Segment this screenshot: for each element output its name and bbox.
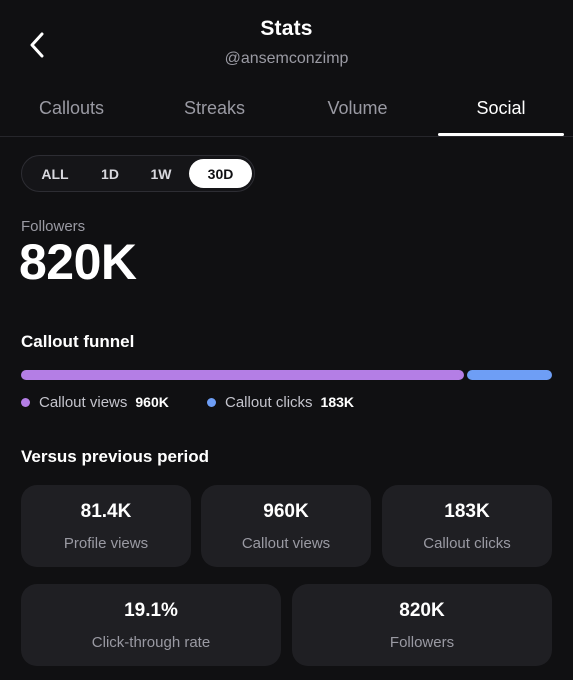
funnel-views-segment xyxy=(21,370,464,380)
tab-social[interactable]: Social xyxy=(429,80,573,137)
range-option-all[interactable]: ALL xyxy=(25,159,85,188)
stat-label: Profile views xyxy=(63,534,149,552)
stat-card-profile-views: 81.4K Profile views xyxy=(21,485,191,567)
tab-bar: Callouts Streaks Volume Social xyxy=(0,80,573,137)
page-title: Stats xyxy=(260,17,313,40)
tab-volume[interactable]: Volume xyxy=(286,80,429,137)
stat-card-followers: 820K Followers xyxy=(292,584,552,666)
comparison-title: Versus previous period xyxy=(21,447,210,466)
time-range-selector: ALL 1D 1W 30D xyxy=(21,155,255,192)
clicks-dot-icon xyxy=(207,397,216,407)
funnel-clicks-segment xyxy=(467,370,552,380)
stat-label: Click-through rate xyxy=(91,633,211,651)
range-option-1d[interactable]: 1D xyxy=(85,159,135,188)
funnel-bar xyxy=(21,370,552,380)
legend-views: Callout views 960K xyxy=(21,392,169,412)
stat-label: Callout views xyxy=(241,534,331,552)
stat-value: 960K xyxy=(263,500,309,522)
legend-views-label: Callout views xyxy=(39,393,128,411)
stat-card-click-through-rate: 19.1% Click-through rate xyxy=(21,584,281,666)
funnel-title: Callout funnel xyxy=(21,332,135,351)
stat-label: Followers xyxy=(389,633,455,651)
tab-callouts[interactable]: Callouts xyxy=(0,80,143,137)
user-handle: @ansemconzimp xyxy=(224,50,349,67)
stat-card-callout-clicks: 183K Callout clicks xyxy=(382,485,552,567)
stat-value: 820K xyxy=(399,599,445,621)
stat-label: Callout clicks xyxy=(423,534,511,552)
legend-clicks-value: 183K xyxy=(320,394,354,410)
range-option-30d[interactable]: 30D xyxy=(189,159,252,188)
stat-value: 81.4K xyxy=(80,500,132,522)
tab-streaks[interactable]: Streaks xyxy=(143,80,286,137)
followers-count: 820K xyxy=(19,234,137,290)
legend-clicks-label: Callout clicks xyxy=(225,393,313,411)
stat-value: 183K xyxy=(444,500,490,522)
legend-clicks: Callout clicks 183K xyxy=(207,392,354,412)
views-dot-icon xyxy=(21,397,30,407)
legend-views-value: 960K xyxy=(135,394,169,410)
range-option-1w[interactable]: 1W xyxy=(135,159,187,188)
active-tab-indicator xyxy=(438,133,564,136)
stats-screen: Stats @ansemconzimp Callouts Streaks Vol… xyxy=(0,0,573,680)
stat-value: 19.1% xyxy=(124,599,178,621)
stat-card-callout-views: 960K Callout views xyxy=(201,485,371,567)
